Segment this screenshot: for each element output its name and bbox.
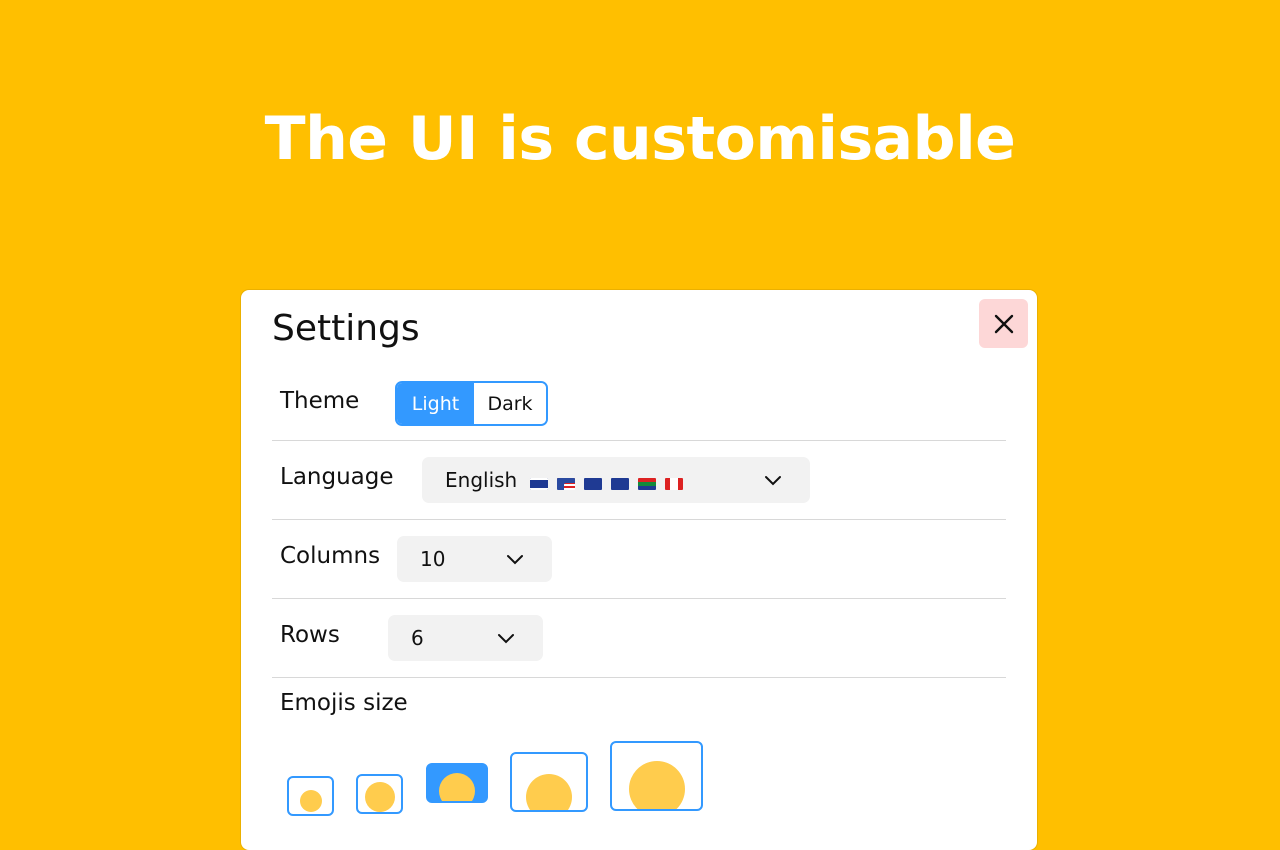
flag-za-icon (637, 477, 656, 490)
emoji-size-option-3[interactable] (426, 763, 488, 803)
flag-nz-icon (610, 477, 629, 490)
emoji-size-label: Emojis size (280, 690, 408, 716)
flag-au-icon (583, 477, 602, 490)
language-row: Language English (272, 441, 1006, 520)
emoji-size-option-4[interactable] (510, 752, 588, 812)
columns-select[interactable]: 10 (397, 536, 552, 582)
columns-value: 10 (420, 547, 446, 571)
face-with-tongue-icon (364, 782, 395, 812)
flag-us-icon (556, 477, 575, 490)
language-select[interactable]: English (422, 457, 810, 503)
columns-label: Columns (280, 543, 381, 569)
emoji-size-option-2[interactable] (356, 774, 403, 814)
language-flags (529, 476, 692, 491)
theme-label: Theme (280, 388, 360, 414)
rows-row: Rows 6 (272, 599, 1006, 678)
face-with-tongue-icon (439, 773, 475, 801)
settings-panel: Settings Theme Light Dark Language Engli… (241, 290, 1037, 850)
language-label: Language (280, 464, 394, 490)
close-button[interactable] (979, 299, 1028, 348)
columns-row: Columns 10 (272, 520, 1006, 599)
headline: The UI is customisable (264, 104, 1016, 174)
flag-ca-icon (664, 477, 683, 490)
chevron-down-icon (507, 555, 523, 565)
flag-gb-icon (529, 477, 548, 490)
face-with-tongue-icon (628, 761, 685, 809)
close-icon (994, 314, 1013, 333)
chevron-down-icon (498, 634, 514, 644)
face-with-tongue-icon (526, 774, 572, 810)
face-with-tongue-icon (299, 790, 322, 812)
emoji-size-option-5[interactable] (610, 741, 703, 811)
theme-row: Theme Light Dark (272, 366, 1006, 441)
emoji-size-option-1[interactable] (287, 776, 334, 816)
settings-title: Settings (272, 308, 420, 349)
rows-select[interactable]: 6 (388, 615, 543, 661)
theme-option-light[interactable]: Light (397, 383, 474, 424)
language-value: English (445, 468, 692, 492)
rows-value: 6 (411, 626, 424, 650)
theme-toggle: Light Dark (395, 381, 548, 426)
chevron-down-icon (765, 476, 781, 486)
rows-label: Rows (280, 622, 340, 648)
theme-option-dark[interactable]: Dark (474, 383, 546, 424)
